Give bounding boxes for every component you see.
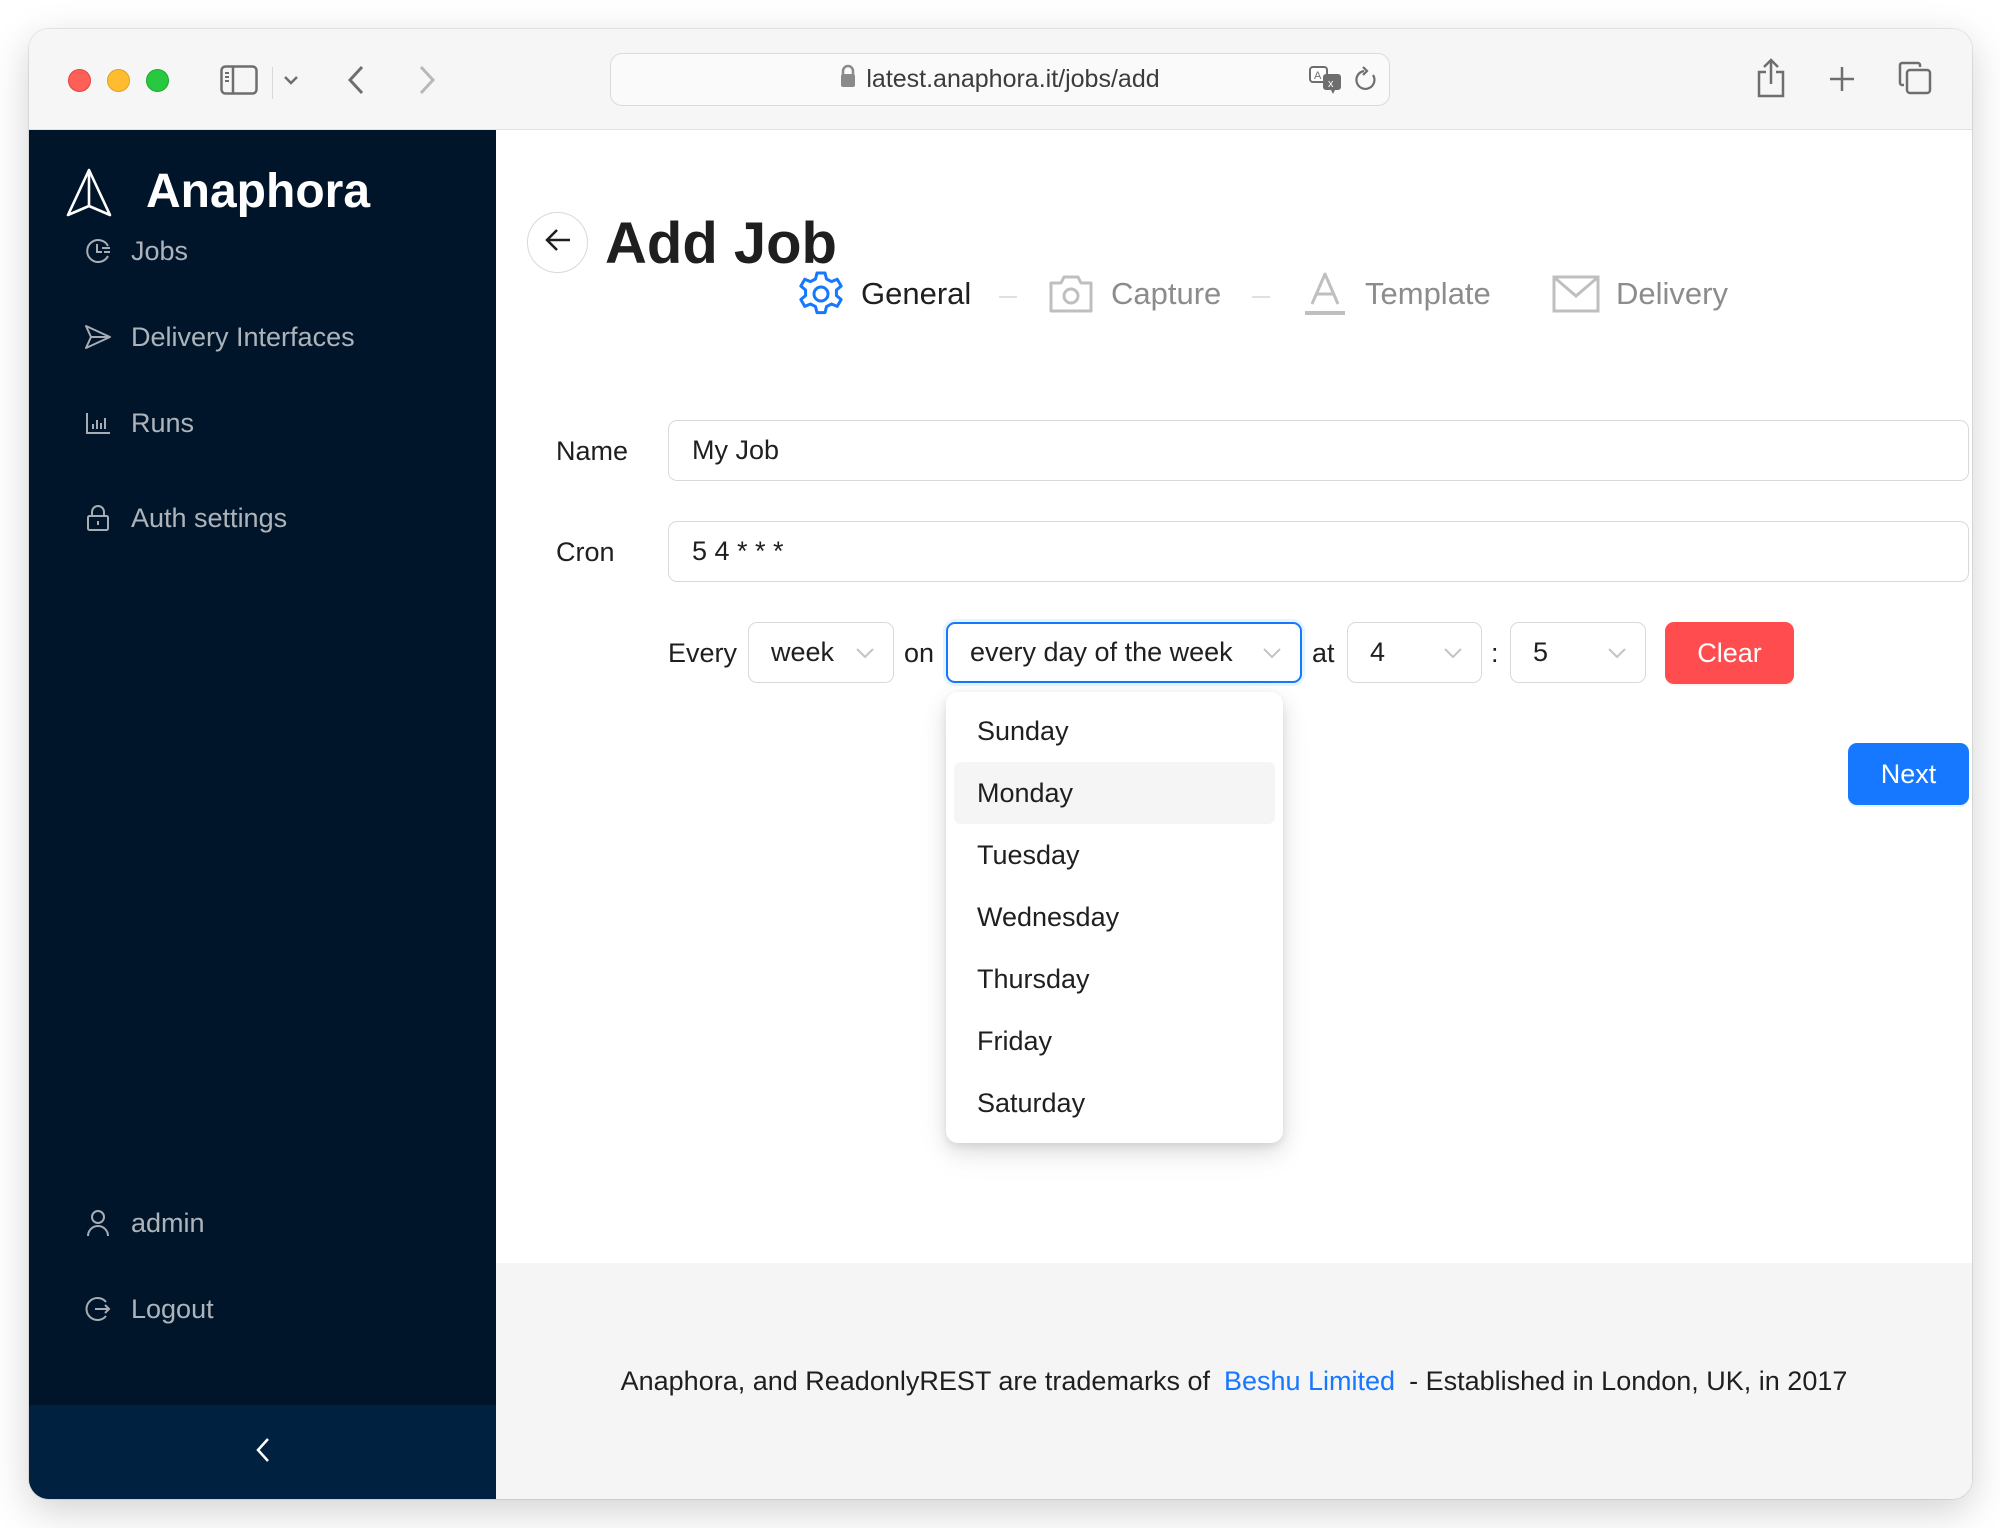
reload-icon[interactable] [1353,66,1379,99]
day-of-week-dropdown: Sunday Monday Tuesday Wednesday Thursday… [946,692,1283,1143]
sidebar-item-label: Jobs [131,235,189,266]
chevron-down-icon [1607,623,1627,682]
lock-icon [840,64,856,95]
chevron-down-icon [1262,624,1282,681]
browser-toolbar: latest.anaphora.it/jobs/add Ax [29,29,1972,130]
sidebar-item-delivery-interfaces[interactable]: Delivery Interfaces [29,310,496,364]
steps-indicator: General Capture Template Delivery [496,264,1972,324]
user-icon [83,1208,113,1238]
dropdown-option-monday[interactable]: Monday [954,762,1275,824]
cron-input[interactable] [668,521,1969,582]
dropdown-option-saturday[interactable]: Saturday [954,1072,1275,1134]
sidebar-item-label: Auth settings [131,502,288,533]
cron-builder: Every week on every day of the week at 4… [496,622,1972,684]
sidebar-item-label: admin [131,1207,205,1238]
svg-text:A: A [1314,70,1322,82]
every-label: Every [668,638,738,668]
day-of-week-select[interactable]: every day of the week [946,622,1302,683]
next-button[interactable]: Next [1848,743,1969,805]
step-label: Delivery [1616,276,1728,311]
name-label: Name [556,436,629,466]
clear-button[interactable]: Clear [1665,622,1794,684]
chevron-down-icon [1443,623,1463,682]
step-general[interactable]: General [797,264,971,324]
on-label: on [904,638,935,668]
sidebar-item-admin[interactable]: admin [29,1196,496,1250]
sidebar-item-label: Logout [131,1293,214,1324]
dropdown-option-wednesday[interactable]: Wednesday [954,886,1275,948]
new-tab-icon[interactable] [1826,63,1858,95]
dropdown-option-tuesday[interactable]: Tuesday [954,824,1275,886]
chevron-left-icon [255,1437,271,1468]
dropdown-option-thursday[interactable]: Thursday [954,948,1275,1010]
sidebar-item-label: Delivery Interfaces [131,321,355,352]
toolbar-divider [272,67,273,99]
day-of-week-value: every day of the week [970,637,1233,667]
anaphora-logo-icon [66,168,112,218]
clock-list-icon [83,236,113,266]
hour-value: 4 [1370,637,1386,667]
footer-text-after: - Established in London, UK, in 2017 [1409,1365,1848,1396]
gear-icon [797,270,845,318]
sidebar: Anaphora Jobs Delivery Interfaces Runs A… [29,130,496,1499]
zoom-window-button[interactable] [146,69,169,92]
footer-text-before: Anaphora, and ReadonlyREST are trademark… [620,1365,1210,1396]
address-bar[interactable]: latest.anaphora.it/jobs/add Ax [610,53,1390,106]
period-value: week [771,637,835,667]
forward-icon[interactable] [413,62,441,98]
sidebar-item-runs[interactable]: Runs [29,396,496,450]
step-label: Capture [1111,276,1222,311]
chevron-down-icon[interactable] [280,69,302,91]
share-icon[interactable] [1755,57,1787,99]
sidebar-item-label: Runs [131,407,195,438]
logout-icon [83,1294,113,1324]
tabs-overview-icon[interactable] [1897,60,1933,96]
main-content: Add Job General Capture Template Deliver… [496,130,1972,1499]
step-capture[interactable]: Capture [1047,264,1221,324]
step-label: Template [1365,276,1491,311]
font-icon [1301,270,1349,318]
translate-icon[interactable]: Ax [1309,66,1343,99]
name-input[interactable] [668,420,1969,481]
step-delivery[interactable]: Delivery [1552,264,1728,324]
sidebar-item-auth-settings[interactable]: Auth settings [29,491,496,545]
step-connector [1252,296,1270,298]
send-icon [83,322,113,352]
lock-icon [83,503,113,533]
browser-window: latest.anaphora.it/jobs/add Ax Anaphora [29,29,1972,1499]
cron-label: Cron [556,537,615,567]
beshu-limited-link[interactable]: Beshu Limited [1224,1366,1395,1397]
sidebar-collapse-button[interactable] [29,1405,496,1499]
close-window-button[interactable] [68,69,91,92]
at-label: at [1312,638,1335,668]
camera-icon [1047,270,1095,318]
url-text[interactable]: latest.anaphora.it/jobs/add [866,65,1159,94]
minute-value: 5 [1533,637,1549,667]
hour-select[interactable]: 4 [1347,622,1482,683]
brand-name[interactable]: Anaphora [146,164,370,219]
minimize-window-button[interactable] [107,69,130,92]
arrow-left-icon [544,228,572,257]
step-connector [999,296,1017,298]
period-select[interactable]: week [748,622,894,683]
bar-chart-icon [83,408,113,438]
footer: Anaphora, and ReadonlyREST are trademark… [496,1263,1972,1499]
sidebar-toggle-icon[interactable] [219,62,259,98]
svg-text:x: x [1328,78,1334,90]
time-colon: : [1491,638,1499,668]
step-label: General [861,276,972,311]
dropdown-option-friday[interactable]: Friday [954,1010,1275,1072]
sidebar-item-jobs[interactable]: Jobs [29,224,496,278]
step-template[interactable]: Template [1301,264,1491,324]
sidebar-item-logout[interactable]: Logout [29,1282,496,1336]
back-icon[interactable] [342,62,370,98]
dropdown-option-sunday[interactable]: Sunday [954,700,1275,762]
chevron-down-icon [855,623,875,682]
mail-icon [1552,270,1600,318]
minute-select[interactable]: 5 [1510,622,1646,683]
